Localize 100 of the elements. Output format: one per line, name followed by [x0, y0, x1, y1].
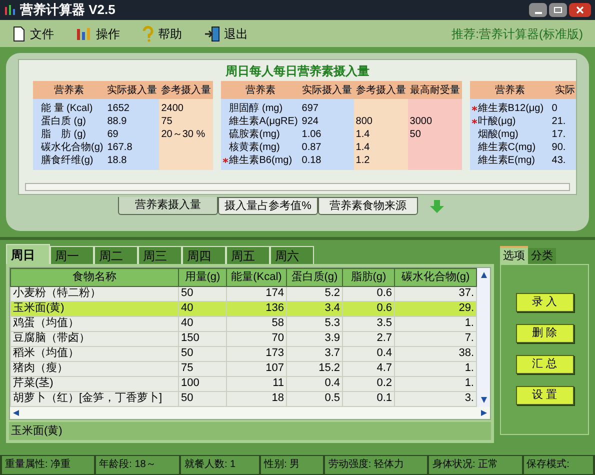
- day-tab[interactable]: 周一: [50, 246, 94, 264]
- column-header[interactable]: 碳水化合物(g): [394, 268, 476, 286]
- nutrient-value: 800: [356, 115, 372, 128]
- day-tab[interactable]: 周四: [182, 246, 226, 264]
- horizontal-scrollbar[interactable]: [25, 183, 570, 191]
- nutrient-name: 維生素B12(μg): [478, 102, 544, 115]
- horizontal-scrollbar[interactable]: [10, 406, 490, 418]
- day-tab[interactable]: 周三: [138, 246, 182, 264]
- view-tab[interactable]: 营养素摄入量: [118, 197, 218, 215]
- right-arrow-icon[interactable]: [480, 408, 488, 416]
- table-cell: 5.3: [286, 316, 342, 331]
- side-tab[interactable]: 选项: [500, 246, 528, 264]
- nutrient-name: 胆固醇 (mg): [229, 102, 283, 115]
- table-cell: 15.2: [286, 361, 342, 376]
- menu-item[interactable]: 退出: [204, 24, 248, 42]
- table-cell: 40: [178, 316, 226, 331]
- action-button[interactable]: 删 除: [516, 324, 574, 343]
- nutrient-name: 蛋白质 (g): [41, 115, 86, 128]
- close-icon: [576, 6, 584, 14]
- nutrient-value: 75: [161, 115, 172, 128]
- table-cell: 0.4: [342, 346, 394, 361]
- menu-item[interactable]: 帮助: [142, 24, 182, 42]
- current-food-label: 玉米面(黄): [9, 422, 491, 440]
- column-header[interactable]: 能量(Kcal): [226, 268, 286, 286]
- app-logo-icon: [4, 4, 16, 16]
- nutrient-name: 能 量 (Kcal): [41, 102, 93, 115]
- maximize-button[interactable]: [549, 3, 567, 17]
- table-cell: 芹菜(茎): [10, 376, 178, 391]
- column-header[interactable]: 食物名称: [10, 268, 178, 286]
- table-cell: 0.6: [342, 301, 394, 316]
- table-row[interactable]: 鸡蛋（均值） 40 58 5.3 3.5 1.: [10, 316, 476, 331]
- table-cell: 3.7: [286, 346, 342, 361]
- column-header: 实际摄入量: [105, 81, 160, 99]
- action-button[interactable]: 录 入: [516, 293, 574, 312]
- table-cell: 1.: [394, 316, 476, 331]
- nutrient-name: 維生素C(mg): [478, 141, 536, 154]
- table-cell: 玉米面(黄): [10, 301, 178, 316]
- day-tab[interactable]: 周日: [6, 244, 50, 264]
- nutrient-value: 2400: [161, 102, 184, 115]
- table-cell: 50: [178, 391, 226, 406]
- nutrient-value: 50: [410, 128, 421, 141]
- down-arrow-icon[interactable]: [480, 396, 488, 404]
- nutrient-value: 1.4: [356, 141, 370, 154]
- left-arrow-icon[interactable]: [12, 408, 20, 416]
- status-item: 性别: 男: [261, 456, 324, 474]
- table-row[interactable]: 小麦粉（特二粉） 50 174 5.2 0.6 37.: [10, 286, 476, 301]
- table-cell: 107: [226, 361, 286, 376]
- table-cell: 50: [178, 286, 226, 301]
- table-row[interactable]: 胡萝卜（红）[金笋，丁香萝卜] 50 18 0.5 0.1 3.: [10, 391, 476, 406]
- door-exit-icon: [204, 26, 220, 42]
- table-row[interactable]: 豆腐脑（带卤） 150 70 3.9 2.7 7.: [10, 331, 476, 346]
- action-button[interactable]: 设 置: [516, 386, 574, 405]
- column-header: 营养素: [470, 81, 550, 99]
- table-cell: 0.1: [342, 391, 394, 406]
- table-cell: 37.: [394, 286, 476, 301]
- view-tab[interactable]: 营养素食物来源: [318, 197, 418, 215]
- menu-item[interactable]: 操作: [76, 24, 120, 42]
- table-cell: 4.7: [342, 361, 394, 376]
- table-row[interactable]: 玉米面(黄) 40 136 3.4 0.6 29.: [10, 301, 476, 316]
- status-item: 身体状况: 正常: [429, 456, 522, 474]
- table-cell: 5.2: [286, 286, 342, 301]
- column-header[interactable]: 蛋白质(g): [286, 268, 342, 286]
- table-row[interactable]: 猪肉（瘦） 75 107 15.2 4.7 1.: [10, 361, 476, 376]
- up-arrow-icon[interactable]: [480, 271, 488, 279]
- column-header: 参考摄入量: [159, 81, 214, 99]
- recommend-text: 推荐:营养计算器(标准版): [452, 26, 583, 42]
- table-cell: 小麦粉（特二粉）: [10, 286, 178, 301]
- menu-item[interactable]: 文件: [12, 24, 54, 42]
- nutrient-name: 碳水化合物(g): [41, 141, 104, 154]
- table-cell: 1.: [394, 361, 476, 376]
- day-tab[interactable]: 周二: [94, 246, 138, 264]
- nutrient-value: 1.06: [302, 128, 322, 141]
- nutrient-name: 硫胺素(mg): [229, 128, 280, 141]
- column-header[interactable]: 用量(g): [178, 268, 226, 286]
- action-button[interactable]: 汇 总: [516, 355, 574, 374]
- nutrient-value: 0: [552, 102, 558, 115]
- table-row[interactable]: 稻米（均值） 50 173 3.7 0.4 38.: [10, 346, 476, 361]
- table-cell: 7.: [394, 331, 476, 346]
- nutrient-name: 膳食纤维(g): [41, 154, 94, 167]
- vertical-scrollbar[interactable]: [477, 268, 490, 406]
- table-row[interactable]: 芹菜(茎) 100 11 0.4 0.2 1.: [10, 376, 476, 391]
- table-cell: 174: [226, 286, 286, 301]
- nutrient-name: 維生素B6(mg): [229, 154, 292, 167]
- table-cell: 70: [226, 331, 286, 346]
- day-tab[interactable]: 周六: [270, 246, 314, 264]
- column-header[interactable]: 脂肪(g): [342, 268, 394, 286]
- minimize-button[interactable]: [529, 3, 547, 17]
- side-tab[interactable]: 分类: [528, 248, 556, 264]
- close-button[interactable]: [569, 3, 591, 17]
- table-cell: 150: [178, 331, 226, 346]
- day-tab[interactable]: 周五: [226, 246, 270, 264]
- nutrient-value: 1.2: [356, 154, 370, 167]
- table-cell: 豆腐脑（带卤）: [10, 331, 178, 346]
- table-cell: 1.: [394, 376, 476, 391]
- table-cell: 0.6: [342, 286, 394, 301]
- nutrient-value: 697: [302, 102, 318, 115]
- nutrient-name: 維生素E(mg): [478, 154, 536, 167]
- view-tab[interactable]: 摄入量占参考值%: [218, 197, 318, 215]
- table-cell: 3.5: [342, 316, 394, 331]
- table-cell: 0.5: [286, 391, 342, 406]
